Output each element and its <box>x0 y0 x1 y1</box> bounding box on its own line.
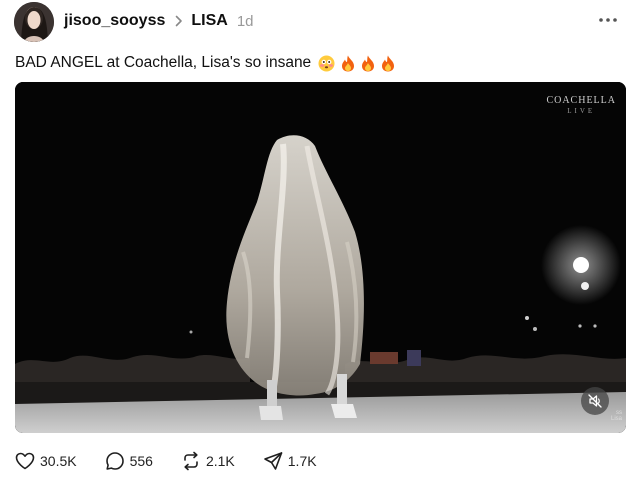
like-button[interactable]: 30.5K <box>15 452 77 470</box>
repost-count: 2.1K <box>205 453 235 469</box>
muted-speaker-icon <box>588 394 602 408</box>
comment-count: 556 <box>129 453 153 469</box>
more-options-button[interactable] <box>594 8 622 32</box>
credit-line-2: Lisa <box>610 416 622 423</box>
repost-button[interactable]: 2.1K <box>181 451 235 471</box>
video-player[interactable]: COACHELLA LIVE ss Lisa <box>15 82 626 433</box>
mute-toggle-button[interactable] <box>581 387 609 415</box>
like-count: 30.5K <box>40 453 77 469</box>
chevron-right-icon <box>175 15 183 27</box>
community-name[interactable]: LISA <box>191 12 227 30</box>
fire-emoji-icon <box>382 55 395 71</box>
credit-line-1: ss <box>616 409 622 416</box>
flushed-face-emoji-icon <box>318 55 335 71</box>
watermark-title: COACHELLA <box>546 95 616 106</box>
avatar[interactable] <box>14 2 54 42</box>
post-header: jisoo_sooyss LISA 1d <box>64 10 254 32</box>
author-username[interactable]: jisoo_sooyss <box>64 12 165 30</box>
post-actions-bar: 30.5K 556 2.1K 1.7K <box>15 450 345 472</box>
repost-icon <box>184 451 198 471</box>
share-count: 1.7K <box>287 453 317 469</box>
watermark-subtitle: LIVE <box>567 107 596 115</box>
send-icon <box>263 452 283 470</box>
post-card: jisoo_sooyss LISA 1d BAD ANGEL at Coache… <box>0 0 640 487</box>
fire-emoji-icon <box>342 55 355 71</box>
video-credit: ss Lisa <box>611 410 622 423</box>
post-caption: BAD ANGEL at Coachella, Lisa's so insane <box>15 54 395 72</box>
fire-emoji-icon <box>362 55 375 71</box>
heart-icon <box>15 452 35 470</box>
share-button[interactable]: 1.7K <box>263 451 317 471</box>
more-horizontal-icon <box>599 18 617 22</box>
comment-button[interactable]: 556 <box>105 451 153 471</box>
comment-bubble-icon <box>105 452 124 470</box>
post-timestamp: 1d <box>236 12 254 30</box>
caption-text: BAD ANGEL at Coachella, Lisa's so insane <box>15 54 312 71</box>
video-frame <box>15 82 626 433</box>
coachella-live-watermark: COACHELLA LIVE <box>546 96 616 115</box>
